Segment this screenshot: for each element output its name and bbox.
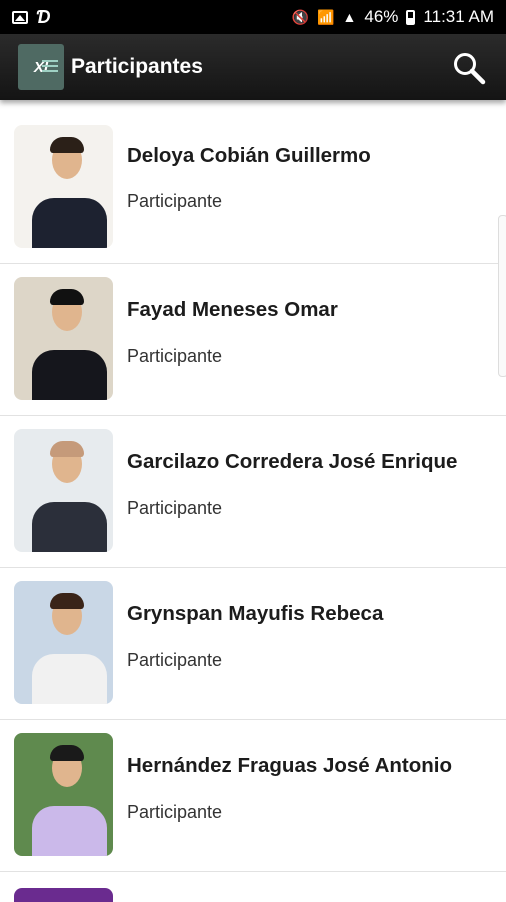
app-notification-icon: Ɗ — [36, 6, 51, 27]
participant-role: Participante — [127, 346, 223, 366]
search-icon — [454, 53, 486, 85]
participant-role: Participante — [127, 191, 223, 211]
avatar — [14, 125, 113, 248]
avatar — [14, 277, 113, 400]
status-bar: Ɗ 🔇 📶 ▲ 46% 11:31 AM — [0, 0, 506, 34]
app-logo: XI — [18, 44, 64, 90]
page-title: Participantes — [71, 55, 203, 78]
participant-row[interactable]: Fayad Meneses Omar Participante — [0, 264, 506, 416]
participant-role: Participante — [127, 650, 223, 670]
wifi-icon: 📶 — [317, 8, 335, 25]
mute-icon: 🔇 — [291, 8, 310, 25]
battery-percent: 46% — [364, 7, 399, 26]
participant-row[interactable]: Hernández Fraguas José Antonio Participa… — [0, 720, 506, 872]
scrollbar[interactable] — [498, 215, 506, 377]
participant-name: Garcilazo Corredera José Enrique — [127, 450, 458, 473]
participant-name: Hernández Fraguas José Antonio — [127, 754, 453, 777]
avatar — [14, 733, 113, 856]
avatar — [14, 429, 113, 552]
clock: 11:31 AM — [423, 7, 494, 26]
signal-icon: ▲ — [342, 9, 357, 25]
participant-name: Fayad Meneses Omar — [127, 298, 338, 321]
search-button[interactable] — [452, 51, 486, 85]
participant-row[interactable]: Garcilazo Corredera José Enrique Partici… — [0, 416, 506, 568]
participant-role: Participante — [127, 802, 223, 822]
gallery-notification-icon — [12, 10, 28, 24]
app-bar: XI Participantes — [0, 34, 506, 100]
participant-row[interactable]: Grynspan Mayufis Rebeca Participante — [0, 568, 506, 720]
battery-icon — [406, 9, 416, 25]
participant-name: Deloya Cobián Guillermo — [127, 144, 371, 167]
participant-name: Grynspan Mayufis Rebeca — [127, 602, 384, 625]
avatar — [14, 581, 113, 704]
participant-role: Participante — [127, 498, 223, 518]
participant-row[interactable]: Deloya Cobián Guillermo Participante — [0, 100, 506, 264]
participants-list[interactable]: Deloya Cobián Guillermo Participante Fay… — [0, 100, 506, 900]
